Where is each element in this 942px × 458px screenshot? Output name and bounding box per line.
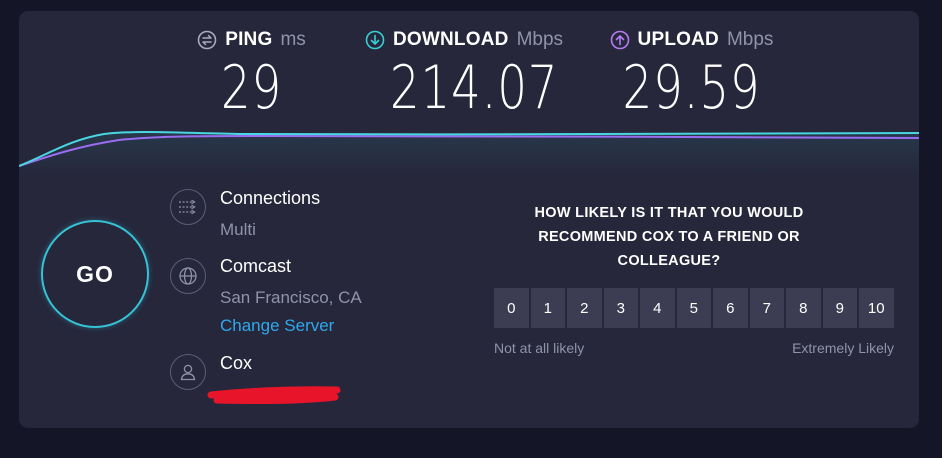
scale-high-label: Extremely Likely xyxy=(792,340,894,356)
upload-header: UPLOAD Mbps xyxy=(599,28,784,52)
change-server-link[interactable]: Change Server xyxy=(220,316,334,336)
connections-icon xyxy=(170,189,206,225)
download-value: 214.07 xyxy=(389,53,559,123)
rating-option-9[interactable]: 9 xyxy=(822,288,857,328)
rating-scale: 0 1 2 3 4 5 6 7 8 9 10 xyxy=(494,288,894,328)
host-location: San Francisco, CA xyxy=(220,288,362,307)
ping-metric: PING ms 29 xyxy=(189,28,314,120)
ping-value: 29 xyxy=(220,53,283,123)
rating-option-5[interactable]: 5 xyxy=(676,288,711,328)
ping-icon xyxy=(197,30,217,50)
ping-header: PING ms xyxy=(189,28,314,52)
download-metric: DOWNLOAD Mbps 214.07 xyxy=(365,28,563,123)
speedtest-card: PING ms 29 DOWNLOAD Mbps 214.07 UPLOAD M… xyxy=(19,11,919,428)
download-arrow-icon xyxy=(365,30,385,50)
redaction-mark xyxy=(207,386,341,405)
upload-label: UPLOAD xyxy=(637,29,719,50)
survey-question: HOW LIKELY IS IT THAT YOU WOULD RECOMMEN… xyxy=(519,201,819,273)
upload-unit: Mbps xyxy=(726,29,774,50)
rating-option-3[interactable]: 3 xyxy=(603,288,638,328)
rating-option-8[interactable]: 8 xyxy=(786,288,821,328)
scale-low-label: Not at all likely xyxy=(494,340,585,356)
connections-value: Multi xyxy=(220,220,256,239)
speed-graph xyxy=(19,130,919,176)
download-graph-area xyxy=(19,131,919,176)
download-unit: Mbps xyxy=(516,29,564,50)
download-label: DOWNLOAD xyxy=(392,29,509,50)
upload-arrow-icon xyxy=(610,30,630,50)
rating-option-0[interactable]: 0 xyxy=(494,288,529,328)
rating-option-7[interactable]: 7 xyxy=(749,288,784,328)
survey-question-line: HOW LIKELY IS IT THAT YOU WOULD xyxy=(534,205,804,221)
provider-title: Cox xyxy=(220,353,253,373)
rating-option-10[interactable]: 10 xyxy=(859,288,894,328)
rating-option-1[interactable]: 1 xyxy=(530,288,565,328)
rating-option-2[interactable]: 2 xyxy=(567,288,602,328)
survey-question-line: COLLEAGUE? xyxy=(617,253,721,269)
upload-metric: UPLOAD Mbps 29.59 xyxy=(599,28,784,120)
upload-value: 29.59 xyxy=(622,53,761,123)
download-header: DOWNLOAD Mbps xyxy=(365,28,563,52)
go-button[interactable]: GO xyxy=(41,220,149,328)
ping-unit: ms xyxy=(280,29,306,50)
rating-option-6[interactable]: 6 xyxy=(713,288,748,328)
survey-question-line: RECOMMEND COX TO A FRIEND OR xyxy=(538,229,800,245)
connections-title: Connections xyxy=(220,188,321,208)
host-title: Comcast xyxy=(220,256,292,276)
globe-icon xyxy=(170,258,206,294)
rating-option-4[interactable]: 4 xyxy=(640,288,675,328)
ping-label: PING xyxy=(225,29,273,50)
user-icon xyxy=(170,354,206,390)
